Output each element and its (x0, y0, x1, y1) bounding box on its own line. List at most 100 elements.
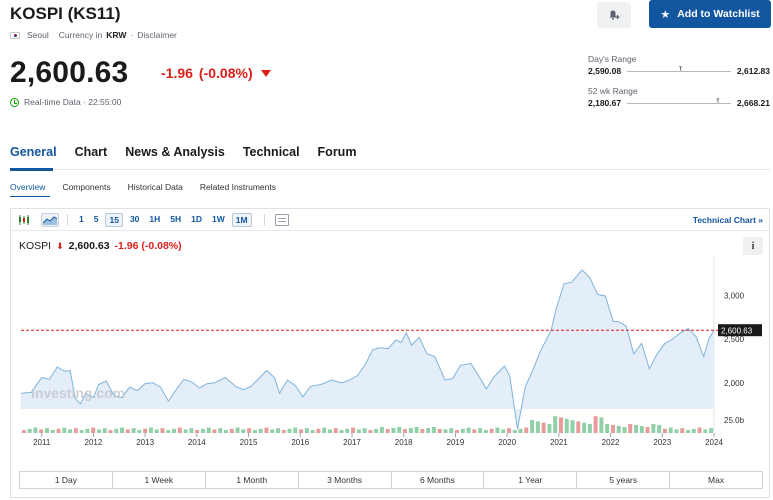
volume-bar (85, 428, 90, 433)
star-icon: ★ (660, 8, 671, 21)
volume-bar (241, 429, 246, 433)
down-arrow-icon (260, 69, 271, 77)
x-tick-label: 2015 (240, 438, 258, 447)
tab-news-analysis[interactable]: News & Analysis (125, 145, 225, 159)
volume-bar (206, 427, 211, 433)
52wk-range: 52 wk Range 2,180.67 ᵀ 2,668.21 (588, 86, 770, 108)
period-1-week[interactable]: 1 Week (113, 472, 206, 488)
volume-bar (686, 430, 691, 433)
x-tick-label: 2016 (291, 438, 309, 447)
volume-bar (576, 421, 581, 433)
volume-bar (697, 427, 702, 433)
volume-bar (414, 427, 419, 433)
volume-bar (281, 430, 286, 433)
volume-bar (449, 428, 454, 433)
realtime-label: Real-time Data · 22:55:00 (24, 97, 122, 107)
volume-bar (391, 428, 396, 433)
volume-bar (114, 428, 119, 433)
volume-bar (102, 428, 107, 433)
subtab-related-instruments[interactable]: Related Instruments (200, 182, 276, 192)
volume-bar (582, 422, 587, 433)
period-1-day[interactable]: 1 Day (20, 472, 113, 488)
clock-icon (10, 97, 19, 107)
volume-bar (73, 428, 78, 433)
tab-general[interactable]: General (10, 145, 57, 159)
x-tick-label: 2018 (395, 438, 413, 447)
volume-bar (662, 428, 667, 433)
tab-technical[interactable]: Technical (243, 145, 300, 159)
volume-bar (33, 427, 38, 433)
period-3-months[interactable]: 3 Months (299, 472, 392, 488)
volume-bar (96, 429, 101, 433)
y-tick-label: 3,000 (724, 291, 745, 300)
volume-bar (634, 425, 639, 433)
volume-bar (489, 428, 494, 433)
subtab-historical-data[interactable]: Historical Data (128, 182, 183, 192)
subtab-components[interactable]: Components (62, 182, 110, 192)
period-6-months[interactable]: 6 Months (392, 472, 485, 488)
volume-bar (44, 428, 49, 433)
x-tick-label: 2014 (188, 438, 206, 447)
price-chart[interactable]: Investing.com2,600.633,0002,5002,00025.0… (11, 209, 769, 471)
currency-prefix: Currency in (58, 30, 103, 40)
days-range-low: 2,590.08 (588, 66, 622, 76)
volume-bar (593, 416, 598, 433)
volume-bar (460, 428, 465, 433)
volume-bar (183, 429, 188, 433)
volume-bar (39, 429, 44, 433)
exchange-label: Seoul (27, 30, 49, 40)
volume-bar (518, 428, 523, 433)
volume-bar (408, 428, 413, 433)
volume-bar (108, 430, 113, 433)
last-price: 2,600.63 (10, 56, 129, 89)
volume-bar (512, 430, 517, 433)
add-to-watchlist-button[interactable]: ★ Add to Watchlist (649, 0, 771, 28)
volume-bar (56, 428, 61, 433)
x-tick-label: 2020 (498, 438, 516, 447)
period-1-month[interactable]: 1 Month (206, 472, 299, 488)
alert-button[interactable] (597, 2, 631, 28)
volume-bar (368, 430, 373, 433)
subtab-overview[interactable]: Overview (10, 182, 45, 192)
volume-bar (62, 427, 67, 433)
tab-forum[interactable]: Forum (318, 145, 357, 159)
volume-bar (558, 417, 563, 433)
x-tick-label: 2013 (136, 438, 154, 447)
52wk-range-label: 52 wk Range (588, 86, 638, 96)
volume-bar (645, 427, 650, 433)
volume-bar (403, 429, 408, 433)
volume-bar (691, 428, 696, 433)
x-tick-label: 2012 (85, 438, 103, 447)
volume-bar (628, 424, 633, 433)
volume-bar (287, 428, 292, 433)
volume-bar (304, 428, 309, 433)
52wk-range-bar: ᵀ (627, 99, 731, 106)
volume-bar (535, 421, 540, 433)
volume-bar (351, 427, 356, 433)
volume-bar (599, 417, 604, 433)
volume-bar (258, 428, 263, 433)
days-range: Day's Range 2,590.08 ᵀ 2,612.83 (588, 54, 770, 76)
period-1-year[interactable]: 1 Year (484, 472, 578, 488)
volume-bar (125, 429, 130, 433)
volume-bar (651, 424, 656, 433)
volume-bar (91, 427, 96, 433)
period-max[interactable]: Max (670, 472, 762, 488)
volume-bar (247, 428, 252, 433)
volume-bar (541, 422, 546, 433)
instrument-meta: Seoul Currency in KRW · Disclaimer (10, 30, 177, 40)
volume-bar (397, 427, 402, 433)
days-range-bar: ᵀ (627, 67, 731, 74)
currency-code: KRW (106, 30, 127, 40)
volume-bar (356, 429, 361, 433)
volume-bar (466, 427, 471, 433)
volume-bar (166, 430, 171, 433)
volume-bar (443, 429, 448, 433)
volume-bar (50, 430, 55, 433)
disclaimer-link[interactable]: Disclaimer (137, 30, 177, 40)
period-5-years[interactable]: 5 years (577, 472, 671, 488)
volume-bar (431, 427, 436, 433)
volume-bar (668, 427, 673, 433)
tab-chart[interactable]: Chart (75, 145, 108, 159)
volume-bar (27, 428, 32, 433)
